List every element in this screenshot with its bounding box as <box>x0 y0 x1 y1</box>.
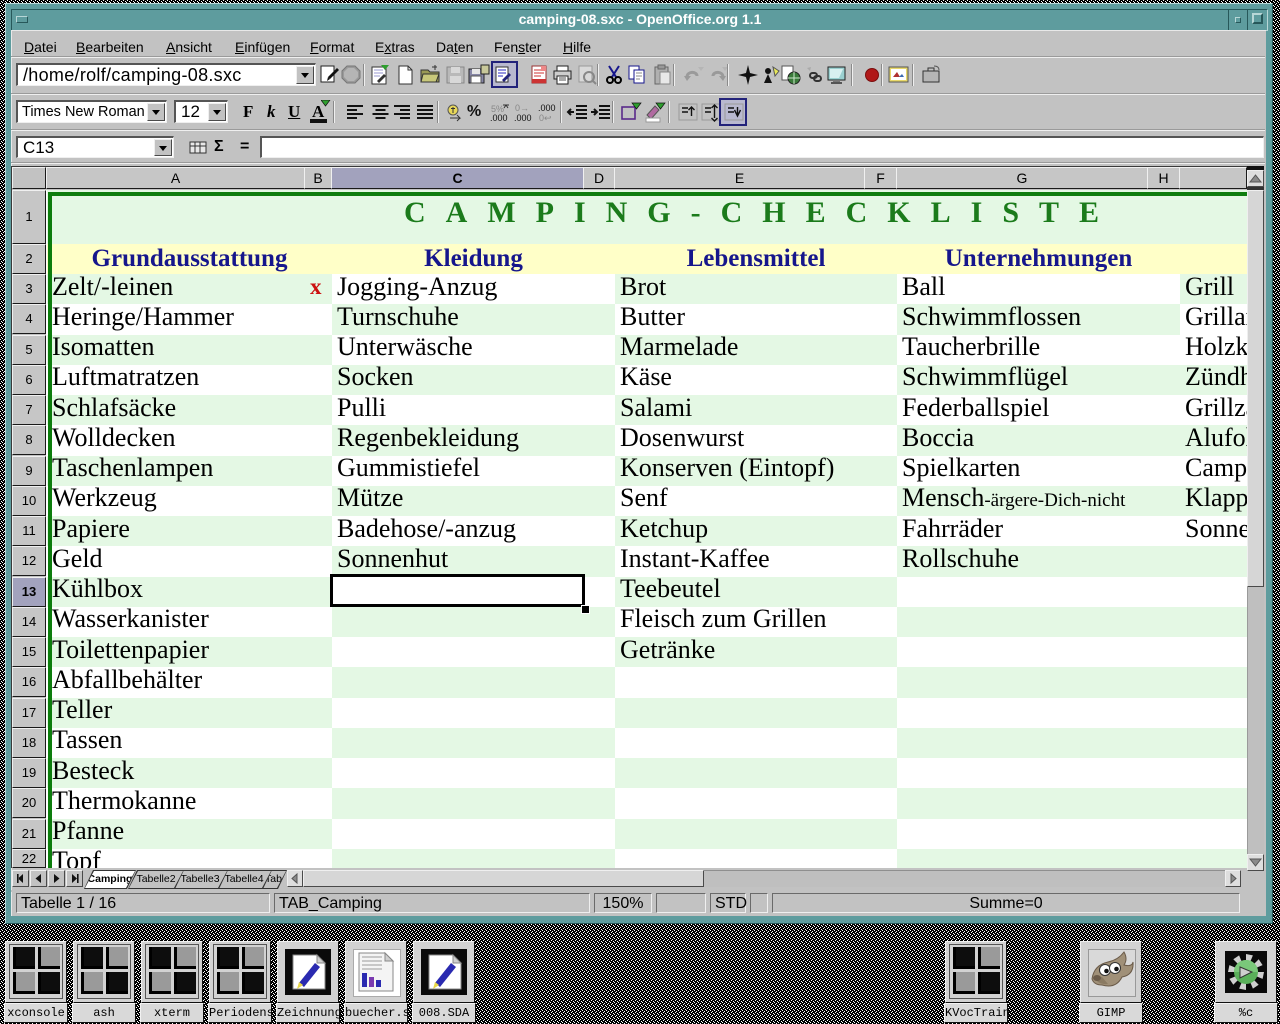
svg-text:.000: .000 <box>514 113 532 123</box>
svg-text:0↩: 0↩ <box>539 113 552 123</box>
svg-text:0→: 0→ <box>515 103 529 113</box>
svg-text:.000: .000 <box>538 103 556 113</box>
svg-text:.000: .000 <box>490 113 508 123</box>
